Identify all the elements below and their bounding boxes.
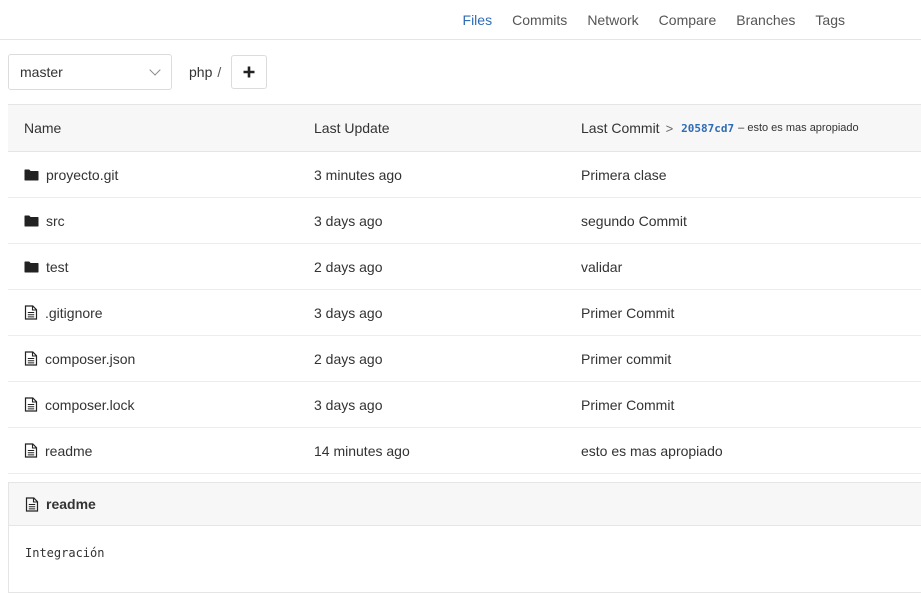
breadcrumb-separator: / [217,64,222,80]
tab-network[interactable]: Network [587,12,638,28]
project-nav: Files Commits Network Compare Branches T… [0,0,921,40]
file-tree-table: Name Last Update Last Commit > 20587cd7 … [8,104,921,474]
breadcrumb-root[interactable]: php [189,64,212,80]
plus-icon [243,66,255,78]
tree-item-name: .gitignore [45,304,103,321]
tree-item-updated: 2 days ago [314,258,383,275]
tree-item-name: composer.json [45,350,136,367]
readme-panel: readme Integración [8,482,921,593]
tree-item-updated: 3 minutes ago [314,166,402,183]
tree-item-commit[interactable]: Primer commit [581,336,671,381]
table-row: src 3 days ago segundo Commit [8,198,921,244]
tree-item-link[interactable]: .gitignore [24,305,103,321]
tree-item-link[interactable]: test [24,259,69,275]
tree-item-commit[interactable]: Primera clase [581,152,667,197]
tab-compare[interactable]: Compare [659,12,717,28]
header-last-update: Last Update [314,120,390,136]
tree-item-link[interactable]: composer.json [24,351,135,367]
table-row: readme 14 minutes ago esto es mas apropi… [8,428,921,474]
table-row: test 2 days ago validar [8,244,921,290]
folder-icon [24,215,39,226]
last-commit-sha-link[interactable]: 20587cd7 [681,122,734,135]
tab-commits[interactable]: Commits [512,12,567,28]
table-header: Name Last Update Last Commit > 20587cd7 … [8,105,921,152]
folder-icon [24,261,39,272]
header-last-commit: Last Commit > 20587cd7 – esto es mas apr… [581,105,859,151]
header-last-commit-label: Last Commit [581,120,660,136]
tree-item-name: src [46,212,65,229]
tree-item-name: readme [45,442,93,459]
tree-item-name: test [46,258,69,275]
file-icon [24,443,38,458]
tree-item-link[interactable]: readme [24,443,92,459]
tree-item-updated: 3 days ago [314,304,383,321]
table-row: composer.lock 3 days ago Primer Commit [8,382,921,428]
chevron-down-icon [149,64,161,76]
add-file-button[interactable] [231,55,268,89]
branch-select[interactable]: master [8,54,172,90]
file-icon [24,351,38,366]
readme-header: readme [9,483,921,526]
tree-item-updated: 2 days ago [314,350,383,367]
tree-item-link[interactable]: src [24,213,65,229]
tree-item-commit[interactable]: segundo Commit [581,198,687,243]
readme-content: Integración [25,546,105,560]
tree-item-updated: 3 days ago [314,396,383,413]
project-tabs: Files Commits Network Compare Branches T… [443,0,845,40]
tree-toolbar: master php / [8,54,268,90]
last-commit-message: – esto es mas apropiado [738,122,859,134]
file-icon [24,305,38,320]
file-icon [25,496,39,512]
breadcrumb: php / [189,64,221,80]
table-row: .gitignore 3 days ago Primer Commit [8,290,921,336]
folder-icon [24,169,39,180]
tab-files[interactable]: Files [463,12,493,28]
tab-branches[interactable]: Branches [736,12,795,28]
readme-title: readme [46,496,96,512]
chevron-right-icon: > [665,120,674,136]
tree-item-commit[interactable]: Primer Commit [581,382,674,427]
tree-item-name: proyecto.git [46,166,119,183]
branch-select-value: master [20,64,63,80]
tree-item-updated: 14 minutes ago [314,442,410,459]
tree-item-link[interactable]: proyecto.git [24,167,118,183]
tab-tags[interactable]: Tags [815,12,845,28]
tree-item-commit[interactable]: esto es mas apropiado [581,428,723,473]
tree-item-name: composer.lock [45,396,135,413]
tree-item-updated: 3 days ago [314,212,383,229]
tree-item-commit[interactable]: validar [581,244,622,289]
table-row: proyecto.git 3 minutes ago Primera clase [8,152,921,198]
header-name: Name [24,120,62,136]
file-icon [24,397,38,412]
tree-item-commit[interactable]: Primer Commit [581,290,674,335]
table-row: composer.json 2 days ago Primer commit [8,336,921,382]
tree-item-link[interactable]: composer.lock [24,397,134,413]
